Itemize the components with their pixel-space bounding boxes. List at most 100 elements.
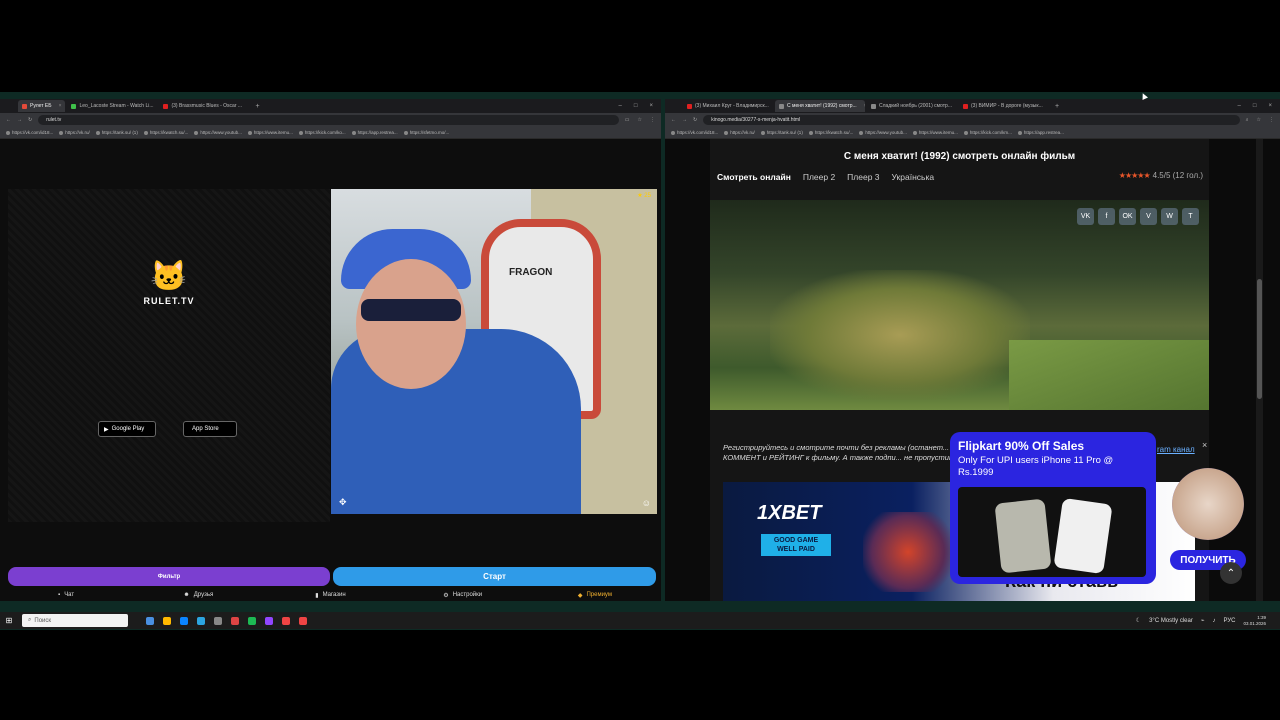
left-url-field[interactable]: rulet.tv [38, 115, 619, 125]
bookmark-item[interactable]: https://app.restrea... [351, 130, 398, 135]
app-icon[interactable] [248, 616, 256, 625]
video-player[interactable]: VK f OK V W T [710, 200, 1209, 410]
bookmark-star-icon[interactable]: ☆ [1257, 117, 1261, 123]
menu-icon[interactable]: ⋮ [1269, 117, 1274, 123]
new-tab-button[interactable]: + [251, 103, 263, 110]
app-icon[interactable] [214, 616, 222, 625]
right-tab-1[interactable]: С меня хватит! (1992) смотр... × [775, 100, 865, 112]
maximize-icon[interactable]: □ [1253, 103, 1257, 109]
bookmark-item[interactable]: https://kick.com/km... [963, 130, 1012, 135]
forward-icon[interactable]: → [682, 117, 687, 123]
close-tab-icon[interactable]: × [864, 103, 865, 109]
back-icon[interactable]: ← [671, 117, 676, 123]
nav-premium[interactable]: ◆ Премиум [529, 589, 661, 601]
rating-stars[interactable]: ★★★★★ [1119, 171, 1151, 180]
tab-title: Leo_Lacoste Stream - Watch Li... [79, 103, 154, 109]
start-button[interactable]: Старт [333, 567, 656, 586]
bookmark-item[interactable]: https://www.youtub... [859, 130, 907, 135]
vk-share-icon[interactable]: VK [1077, 208, 1094, 225]
telegram-share-icon[interactable]: T [1182, 208, 1199, 225]
minimize-icon[interactable]: – [1238, 103, 1241, 109]
minimize-icon[interactable]: – [619, 103, 622, 109]
telegram-channel-link[interactable]: ram канал [1157, 445, 1195, 454]
menu-icon[interactable]: ⋮ [650, 117, 655, 123]
bookmark-item[interactable]: https://kwatch.su/... [143, 130, 188, 135]
nav-chat[interactable]: ▪ Чат [0, 589, 132, 601]
mask-icon[interactable]: ☺ [642, 498, 651, 508]
ad-close-icon[interactable]: × [1202, 440, 1207, 450]
right-url-field[interactable]: kinogo.media/30277-s-menja-hvatit.html [703, 115, 1240, 125]
chrome-icon[interactable] [282, 616, 290, 625]
maximize-icon[interactable]: □ [634, 103, 638, 109]
bookmark-item[interactable]: https://vk.ru/ [59, 130, 90, 135]
tab-ukrainian[interactable]: Українська [892, 172, 935, 182]
left-tab-2[interactable]: (3) Brassmusic Blues - Oscar ...× [159, 100, 249, 112]
bookmark-favicon-icon [724, 130, 729, 135]
taskbar-search[interactable]: ⌕ Поиск [22, 614, 128, 627]
bookmark-item[interactable]: https://app.restrea... [1017, 130, 1064, 135]
opera-icon[interactable] [231, 616, 239, 625]
bookmark-item[interactable]: https://tank.su/ (1) [760, 130, 803, 135]
close-tab-icon[interactable]: × [59, 103, 62, 109]
new-tab-button[interactable]: + [1051, 103, 1063, 110]
bookmark-item[interactable]: https://vk.com/id18... [671, 130, 718, 135]
nav-friends[interactable]: ☻ Друзья [132, 589, 264, 601]
bookmark-item[interactable]: https://kick.com/ko... [298, 130, 346, 135]
flipkart-ad[interactable]: Flipkart 90% Off Sales Only For UPI user… [950, 432, 1156, 584]
facebook-share-icon[interactable]: f [1098, 208, 1115, 225]
back-icon[interactable]: ← [6, 117, 11, 123]
volume-icon[interactable]: ♪ [1212, 618, 1215, 624]
app-icon[interactable] [265, 616, 273, 625]
file-explorer-icon[interactable] [163, 616, 171, 625]
zoom-icon[interactable]: ⌕ [1246, 117, 1249, 123]
viber-share-icon[interactable]: V [1140, 208, 1157, 225]
windows-start-icon[interactable]: ⊞ [0, 616, 18, 625]
reload-icon[interactable]: ↻ [693, 117, 697, 123]
left-tab-1[interactable]: Leo_Lacoste Stream - Watch Li...× [67, 100, 157, 112]
tab-player-2[interactable]: Плеер 2 [803, 172, 835, 182]
language-indicator[interactable]: РУС [1223, 618, 1235, 624]
bookmark-item[interactable]: https://vk.com/id18... [6, 130, 53, 135]
nav-shop[interactable]: ▮ Магазин [264, 589, 396, 601]
ad-product-thumbnail[interactable] [1172, 468, 1244, 540]
right-tab-3[interactable]: (3) ВИМИР - В дороге (музык...× [959, 100, 1049, 112]
clock[interactable]: 1:39 03.01.2026 [1243, 615, 1266, 627]
bookmark-item[interactable]: https://vk.ru/ [724, 130, 755, 135]
bookmark-item[interactable]: https://www.youtub... [194, 130, 242, 135]
right-tab-0[interactable]: (3) Михаил Круг - Владимирск...× [683, 100, 773, 112]
close-window-icon[interactable]: × [649, 103, 653, 109]
forward-icon[interactable]: → [17, 117, 22, 123]
filter-button[interactable]: Фильтр [8, 567, 330, 586]
weather-text[interactable]: 3°C Mostly clear [1149, 618, 1193, 624]
left-tab-0[interactable]: Рулет ЕБ × [18, 100, 66, 112]
scroll-to-top-icon[interactable]: ⌃ [1220, 562, 1242, 584]
bookmark-item[interactable]: https://www.itemu... [912, 130, 958, 135]
chrome-icon[interactable] [299, 616, 307, 625]
bookmark-favicon-icon [247, 130, 252, 135]
whatsapp-share-icon[interactable]: W [1161, 208, 1178, 225]
nav-settings[interactable]: ⚙ Настройки [397, 589, 529, 601]
right-tab-2[interactable]: Сладкий ноябрь (2001) смотр... × [867, 100, 957, 112]
weather-icon[interactable]: ☾ [1136, 617, 1141, 624]
reload-icon[interactable]: ↻ [28, 117, 32, 123]
bookmark-item[interactable]: https://www.itemu... [247, 130, 293, 135]
app-store-button[interactable]: App Store [183, 421, 237, 437]
bookmark-item[interactable]: https://tank.su/ (1) [95, 130, 138, 135]
edge-icon[interactable] [180, 616, 188, 625]
bookmark-star-icon[interactable]: ☆ [638, 117, 642, 123]
tab-watch-online[interactable]: Смотреть онлайн [717, 172, 791, 182]
cast-icon[interactable]: ▭ [625, 117, 630, 123]
task-view-icon[interactable] [146, 616, 154, 625]
network-icon[interactable]: ⌁ [1201, 617, 1205, 624]
move-icon[interactable]: ✥ [339, 497, 347, 508]
close-window-icon[interactable]: × [1268, 103, 1272, 109]
bookmark-item[interactable]: https://kwatch.su/... [808, 130, 853, 135]
tab-title: Сладкий ноябрь (2001) смотр... [879, 103, 952, 109]
scrollbar[interactable] [1256, 139, 1263, 601]
google-play-button[interactable]: ▶ Google Play [98, 421, 156, 437]
scrollbar-thumb[interactable] [1257, 279, 1262, 399]
ok-share-icon[interactable]: OK [1119, 208, 1136, 225]
telegram-icon[interactable] [197, 616, 205, 625]
tab-player-3[interactable]: Плеер 3 [847, 172, 879, 182]
bookmark-item[interactable]: https://sfetmo.mo/... [403, 130, 449, 135]
